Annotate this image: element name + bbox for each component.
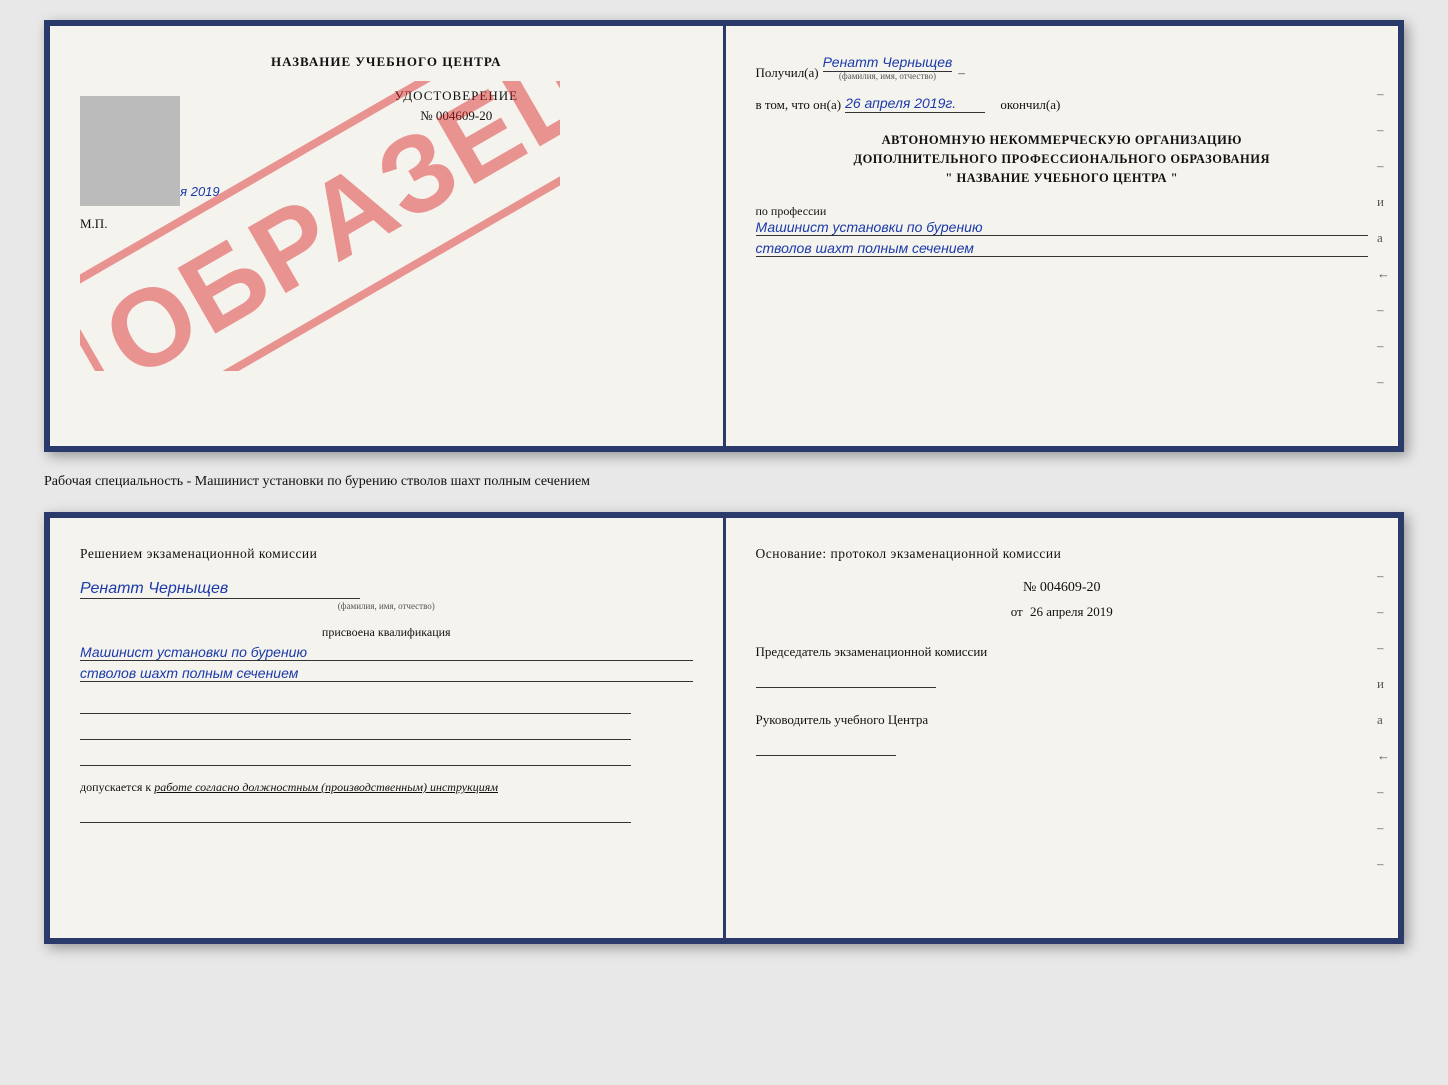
side-dashes-top: – – – и а ← – – – bbox=[1377, 86, 1390, 390]
qual-line2: стволов шахт полным сечением bbox=[80, 665, 693, 682]
blank-line-1 bbox=[80, 696, 631, 714]
protocol-date-row: от 26 апреля 2019 bbox=[756, 604, 1369, 620]
profession-block: по профессии Машинист установки по бурен… bbox=[756, 203, 1369, 257]
cert-title-block: УДОСТОВЕРЕНИЕ № 004609-20 bbox=[220, 88, 693, 124]
head-label: Руководитель учебного Центра bbox=[756, 712, 1369, 728]
profession-line1: Машинист установки по бурению bbox=[756, 219, 1369, 236]
date-prefix: от bbox=[1011, 604, 1023, 619]
profession-line2: стволов шахт полным сечением bbox=[756, 240, 1369, 257]
org-line1: АВТОНОМНУЮ НЕКОММЕРЧЕСКУЮ ОРГАНИЗАЦИЮ bbox=[756, 131, 1369, 150]
photo-placeholder bbox=[80, 96, 180, 206]
top-right-page: Получил(а) Ренатт Черныщев (фамилия, имя… bbox=[726, 26, 1399, 446]
chairman-sig-line bbox=[756, 670, 936, 688]
finished-label: окончил(а) bbox=[1000, 97, 1060, 113]
inthat-date: 26 апреля 2019г. bbox=[845, 95, 985, 113]
chairman-label: Председатель экзаменационной комиссии bbox=[756, 644, 1369, 660]
blank-lines bbox=[80, 696, 693, 766]
bottom-blank-line-final bbox=[80, 805, 631, 823]
bottom-name-block: Ренатт Черныщев (фамилия, имя, отчество) bbox=[80, 580, 693, 611]
blank-line-2 bbox=[80, 722, 631, 740]
head-block: Руководитель учебного Центра bbox=[756, 712, 1369, 756]
name-dash: – bbox=[958, 65, 965, 81]
received-label: Получил(а) bbox=[756, 65, 819, 81]
blank-line-3 bbox=[80, 748, 631, 766]
top-left-title: НАЗВАНИЕ УЧЕБНОГО ЦЕНТРА bbox=[80, 54, 693, 70]
cert-number: № 004609-20 bbox=[220, 108, 693, 124]
chairman-block: Председатель экзаменационной комиссии bbox=[756, 644, 1369, 688]
qualification-label: присвоена квалификация bbox=[80, 625, 693, 640]
org-line3: " НАЗВАНИЕ УЧЕБНОГО ЦЕНТРА " bbox=[756, 169, 1369, 188]
org-line2: ДОПОЛНИТЕЛЬНОГО ПРОФЕССИОНАЛЬНОГО ОБРАЗО… bbox=[756, 150, 1369, 169]
bottom-left-page: Решением экзаменационной комиссии Ренатт… bbox=[50, 518, 726, 938]
specialty-text: Рабочая специальность - Машинист установ… bbox=[44, 470, 1404, 494]
допускается-value: работе согласно должностным (производств… bbox=[154, 780, 498, 794]
separator bbox=[991, 97, 994, 113]
inthat-label: в том, что он(а) bbox=[756, 97, 842, 113]
top-document-spread: НАЗВАНИЕ УЧЕБНОГО ЦЕНТРА УДОСТОВЕРЕНИЕ №… bbox=[44, 20, 1404, 452]
received-row: Получил(а) Ренатт Черныщев (фамилия, имя… bbox=[756, 54, 1369, 81]
mp-line: М.П. bbox=[80, 216, 693, 232]
допускается-label: допускается к bbox=[80, 780, 151, 794]
cert-title: УДОСТОВЕРЕНИЕ bbox=[220, 88, 693, 104]
org-block: АВТОНОМНУЮ НЕКОММЕРЧЕСКУЮ ОРГАНИЗАЦИЮ ДО… bbox=[756, 131, 1369, 187]
name-subtitle: (фамилия, имя, отчество) bbox=[823, 71, 953, 81]
side-dashes-bottom: – – – и а ← – – – bbox=[1377, 568, 1390, 872]
bottom-right-page: Основание: протокол экзаменационной коми… bbox=[726, 518, 1399, 938]
osnov-title: Основание: протокол экзаменационной коми… bbox=[756, 546, 1369, 562]
protocol-number: № 004609-20 bbox=[756, 580, 1369, 596]
bottom-name-sub: (фамилия, имя, отчество) bbox=[80, 601, 693, 611]
qual-line1: Машинист установки по бурению bbox=[80, 644, 693, 661]
head-sig-line bbox=[756, 738, 896, 756]
profession-label: по профессии bbox=[756, 204, 827, 218]
date-value: 26 апреля 2019 bbox=[1030, 604, 1113, 619]
recipient-name: Ренатт Черныщев bbox=[823, 54, 953, 72]
допускается-block: допускается к работе согласно должностны… bbox=[80, 780, 693, 795]
bottom-document-spread: Решением экзаменационной комиссии Ренатт… bbox=[44, 512, 1404, 944]
top-left-page: НАЗВАНИЕ УЧЕБНОГО ЦЕНТРА УДОСТОВЕРЕНИЕ №… bbox=[50, 26, 726, 446]
inthat-row: в том, что он(а) 26 апреля 2019г. окончи… bbox=[756, 95, 1369, 113]
decision-title: Решением экзаменационной комиссии bbox=[80, 546, 693, 562]
bottom-name: Ренатт Черныщев bbox=[80, 580, 360, 599]
